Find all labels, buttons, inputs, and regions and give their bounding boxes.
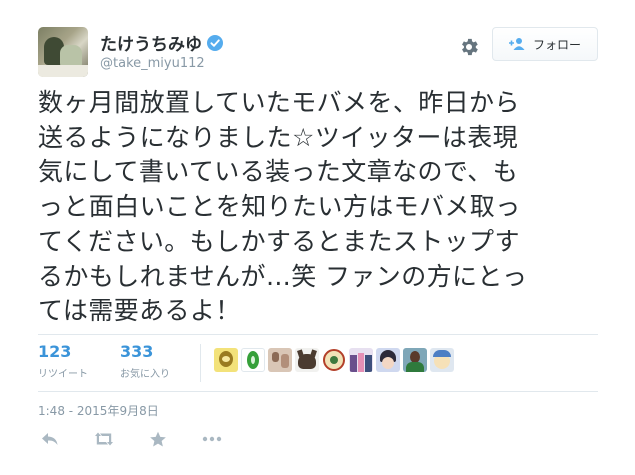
verified-badge-icon [207,34,223,51]
follow-button-label: フォロー [532,37,581,52]
retweet-icon [95,432,113,446]
favoriter-avatar[interactable] [376,348,400,372]
favorite-button[interactable] [146,428,170,450]
favoriter-avatar[interactable] [349,348,373,372]
favoriter-avatar[interactable] [430,348,454,372]
user-fullname-text: たけうちみゆ [100,35,202,55]
favoriter-avatar[interactable] [322,348,346,372]
stats-separator [200,344,201,382]
retweet-count: 123 [38,342,72,361]
profile-avatar[interactable] [38,27,88,77]
divider [38,334,598,335]
reply-button[interactable] [38,428,62,450]
tweet-line: てください。もしかするとまたストップす [38,226,520,256]
favorite-count: 333 [120,342,154,361]
follow-button[interactable]: フォロー [492,27,598,61]
tweet-line: るかもしれませんが…笑 ファンの方にとっ [38,261,528,291]
tweet-actions [38,428,254,450]
tweet-line: 送るようになりました☆ツイッターは表現 [38,122,519,152]
more-dots-icon [202,436,222,442]
add-user-icon [508,38,525,50]
user-fullname[interactable]: たけうちみゆ [100,30,223,55]
favoriter-avatar[interactable] [295,348,319,372]
tweet-text: 数ヶ月間放置していたモバメを、昨日から 送るようになりました☆ツイッターは表現 … [38,86,618,329]
more-button[interactable] [200,428,224,450]
retweet-label: リツイート [38,369,88,380]
tweet-line: 気にして書いている装った文章なので、も [38,157,519,187]
favoriter-avatar[interactable] [214,348,238,372]
tweet-timestamp[interactable]: 1:48 - 2015年9月8日 [38,402,159,419]
reply-icon [42,433,58,445]
user-screen-name[interactable]: @take_miyu112 [100,56,205,71]
retweet-button[interactable] [92,428,116,450]
divider [38,391,598,392]
favoriter-avatar[interactable] [403,348,427,372]
favorite-stat[interactable]: 333 お気に入り [120,342,170,381]
tweet-line: ては需要あるよ！ [38,296,241,326]
tweet-line: っと面白いことを知りたい方はモバメ取っ [38,192,521,222]
favoriters-avatars [214,348,454,372]
retweet-stat[interactable]: 123 リツイート [38,342,88,381]
tweet-line: 数ヶ月間放置していたモバメを、昨日から [38,88,520,117]
gear-icon[interactable] [458,36,480,58]
favorite-label: お気に入り [120,369,170,380]
favoriter-avatar[interactable] [241,348,265,372]
favoriter-avatar[interactable] [268,348,292,372]
star-icon [150,431,166,447]
